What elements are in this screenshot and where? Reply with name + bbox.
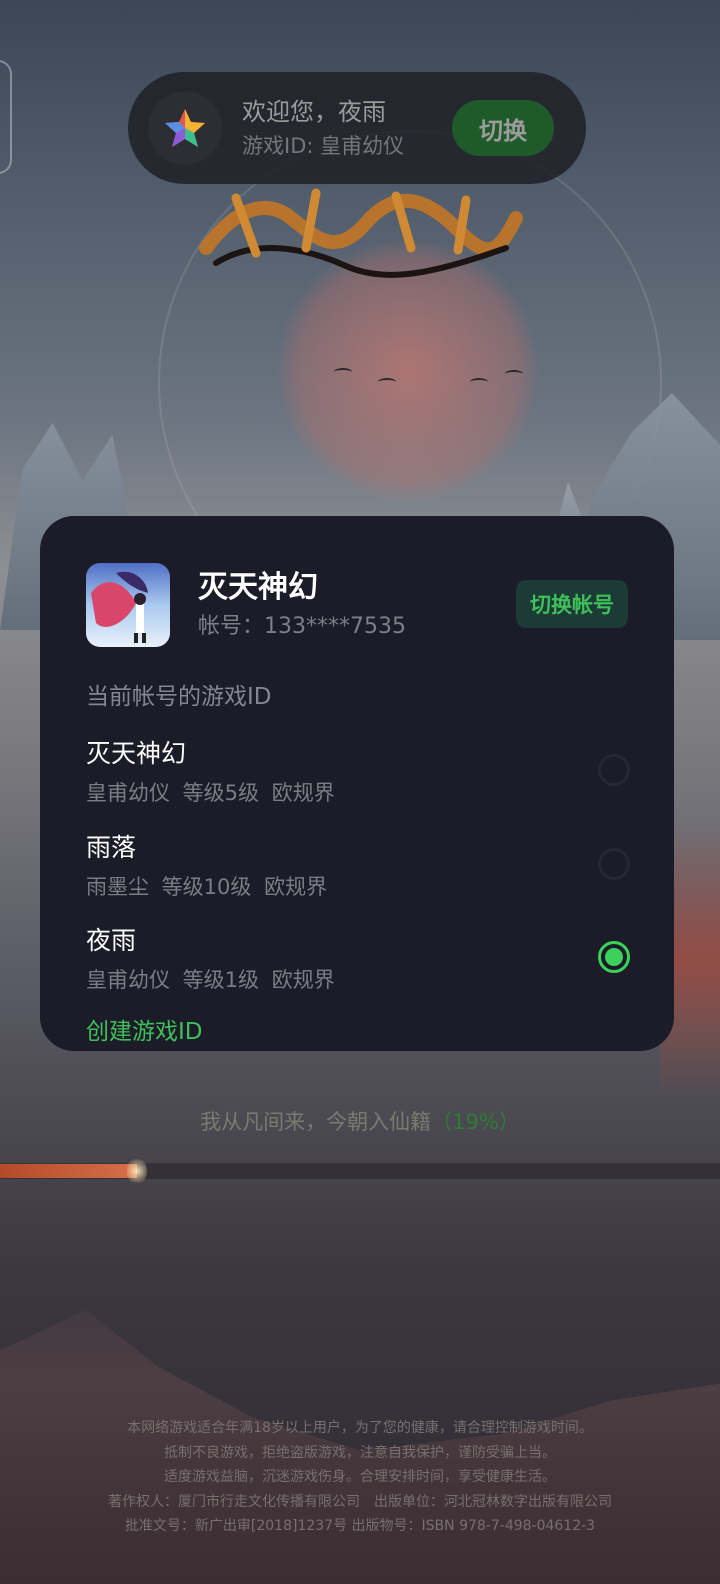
radio-button[interactable]: [598, 754, 630, 786]
footer-line: 批准文号：新广出审[2018]1237号 出版物号：ISBN 978-7-498…: [124, 1518, 596, 1534]
bird-icon: [505, 370, 523, 378]
loading-status: 我从凡间来，今朝入仙籍（19%）: [0, 1106, 720, 1136]
game-id-option[interactable]: 灭天神幻 皇甫幼仪 等级5级 欧规界: [86, 736, 630, 816]
game-id-name: 夜雨: [86, 926, 137, 955]
game-id-meta: 雨墨尘 等级10级 欧规界: [86, 875, 328, 899]
bird-icon: [470, 378, 488, 386]
welcome-greeting: 欢迎您，夜雨: [242, 98, 386, 126]
welcome-game-id: 游戏ID: 皇甫幼仪: [242, 134, 405, 158]
footer-line: 抵制不良游戏，拒绝盗版游戏，注意自我保护，谨防受骗上当。: [164, 1444, 556, 1461]
footer-line: 著作权人：厦门市行走文化传播有限公司 出版单位：河北冠林数字出版有限公司: [108, 1493, 612, 1510]
bird-icon: [378, 378, 396, 386]
switch-button[interactable]: 切换: [452, 100, 554, 156]
background-red-sun: [278, 240, 538, 500]
account-number: 帐号：133****7535: [198, 614, 406, 639]
bird-icon: [334, 368, 352, 376]
loading-progress-fill: [0, 1164, 137, 1178]
account-switch-card: 灭天神幻 帐号：133****7535 切换帐号 当前帐号的游戏ID 灭天神幻 …: [40, 516, 674, 1051]
side-drawer-handle[interactable]: [0, 60, 12, 174]
welcome-banner: 欢迎您，夜雨 游戏ID: 皇甫幼仪 切换: [128, 72, 586, 184]
game-id-name: 雨落: [86, 833, 137, 862]
game-id-meta: 皇甫幼仪 等级1级 欧规界: [86, 968, 335, 992]
game-id-option[interactable]: 雨落 雨墨尘 等级10级 欧规界: [86, 830, 630, 910]
footer-line: 适度游戏益脑，沉迷游戏伤身。合理安排时间，享受健康生活。: [164, 1469, 556, 1485]
health-notice-footer: 本网络游戏适合年满18岁以上用户，为了您的健康，请合理控制游戏时间。 抵制不良游…: [0, 1416, 720, 1539]
game-app-icon: [86, 563, 170, 647]
loading-text: 我从凡间来，今朝入仙籍: [200, 1110, 432, 1134]
game-logo-calligraphy: [199, 188, 523, 278]
game-title: 灭天神幻: [198, 570, 318, 605]
loading-percent: （19%）: [431, 1110, 520, 1134]
switch-account-button[interactable]: 切换帐号: [516, 580, 628, 628]
section-title: 当前帐号的游戏ID: [86, 684, 272, 710]
platform-star-icon: [148, 91, 222, 165]
game-id-name: 灭天神幻: [86, 739, 187, 768]
radio-button-selected[interactable]: [598, 941, 630, 973]
radio-button[interactable]: [598, 848, 630, 880]
create-game-id-link[interactable]: 创建游戏ID: [86, 1016, 203, 1048]
game-id-option[interactable]: 夜雨 皇甫幼仪 等级1级 欧规界: [86, 923, 630, 1003]
game-id-meta: 皇甫幼仪 等级5级 欧规界: [86, 781, 335, 805]
progress-spark-icon: [127, 1156, 147, 1186]
footer-line: 本网络游戏适合年满18岁以上用户，为了您的健康，请合理控制游戏时间。: [127, 1420, 593, 1436]
